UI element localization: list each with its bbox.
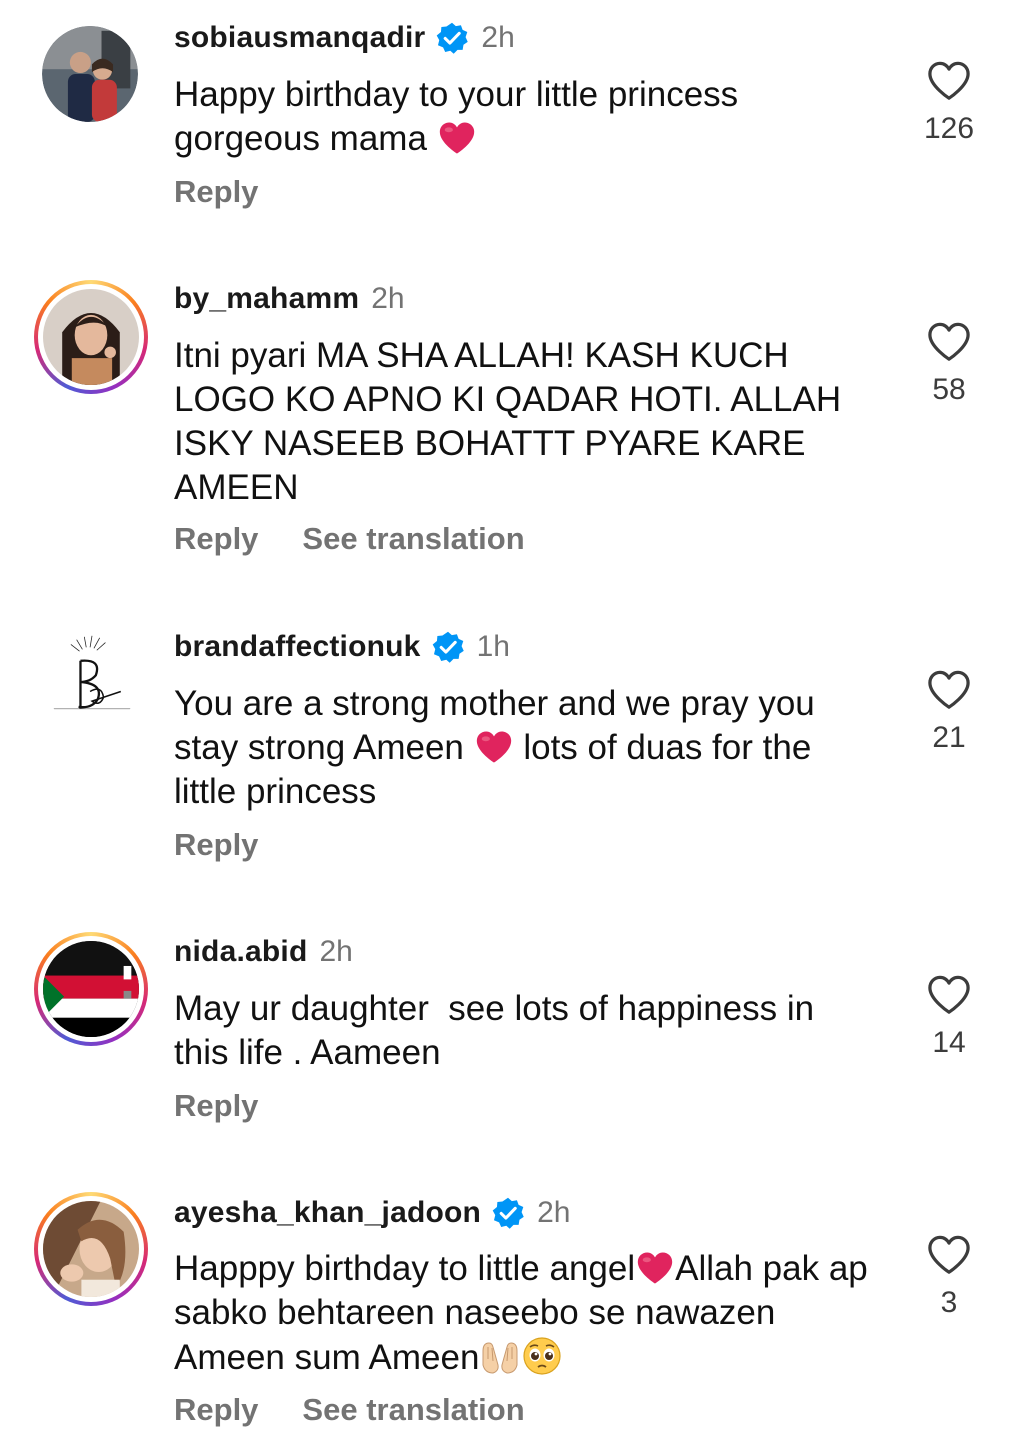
username[interactable]: ayesha_khan_jadoon [174, 1196, 481, 1230]
avatar[interactable] [44, 632, 140, 728]
verified-badge-icon [435, 21, 469, 55]
reply-button[interactable]: Reply [174, 174, 258, 210]
avatar[interactable] [34, 1192, 148, 1306]
heart-outline-icon[interactable] [926, 60, 972, 102]
avatar[interactable] [34, 932, 148, 1046]
comment-actions: Reply [174, 174, 258, 210]
like-count: 3 [940, 1286, 958, 1319]
comment-text: May ur daughter see lots of happiness in… [174, 989, 824, 1072]
comment-text-part: Happpy birthday to little angel [174, 1249, 636, 1288]
see-translation-button[interactable]: See translation [302, 521, 524, 557]
timestamp: 2h [481, 21, 515, 54]
comment-header: nida.abid 2h [174, 932, 353, 972]
username[interactable]: by_mahamm [174, 282, 359, 316]
see-translation-button[interactable]: See translation [302, 1392, 524, 1428]
comment-text: Itni pyari MA SHA ALLAH! KASH KUCH LOGO … [174, 336, 851, 507]
reply-button[interactable]: Reply [174, 521, 258, 557]
comment-actions: Reply [174, 1088, 258, 1124]
like-count: 14 [932, 1026, 966, 1059]
username[interactable]: brandaffectionuk [174, 630, 421, 664]
verified-badge-icon [431, 630, 465, 664]
reply-button[interactable]: Reply [174, 1088, 258, 1124]
avatar[interactable] [34, 280, 148, 394]
heart-outline-icon[interactable] [926, 1234, 972, 1276]
like-count: 21 [932, 721, 966, 754]
heart-outline-icon[interactable] [926, 669, 972, 711]
red-heart-emoji [635, 1250, 675, 1286]
pleading-face-emoji [521, 1335, 563, 1377]
reply-button[interactable]: Reply [174, 1392, 258, 1428]
verified-badge-icon [491, 1196, 525, 1230]
comment-header: ayesha_khan_jadoon 2h [174, 1193, 570, 1233]
comment-actions: Reply See translation [174, 1392, 525, 1428]
palms-up-together-emoji [479, 1335, 521, 1377]
like-count: 126 [923, 112, 975, 145]
comment-text: You are a strong mother and we pray you … [174, 682, 874, 814]
reply-button[interactable]: Reply [174, 827, 258, 863]
red-heart-emoji [437, 120, 477, 156]
red-heart-emoji [474, 729, 514, 765]
heart-outline-icon[interactable] [926, 974, 972, 1016]
timestamp: 2h [537, 1196, 571, 1229]
like-count: 58 [932, 373, 966, 406]
username[interactable]: nida.abid [174, 935, 307, 969]
timestamp: 1h [476, 630, 510, 663]
timestamp: 2h [319, 935, 353, 968]
comment-text: Happy birthday to your little princess g… [174, 73, 874, 161]
comment-header: sobiausmanqadir 2h [174, 18, 515, 58]
comment-header: brandaffectionuk 1h [174, 627, 510, 667]
comment-header: by_mahamm 2h [174, 279, 405, 319]
username[interactable]: sobiausmanqadir [174, 21, 425, 55]
comment-actions: Reply See translation [174, 521, 525, 557]
comment-actions: Reply [174, 827, 258, 863]
timestamp: 2h [371, 282, 405, 315]
like-section: 58 [920, 321, 978, 407]
like-section: 3 [920, 1234, 978, 1320]
like-section: 14 [920, 974, 978, 1060]
avatar[interactable] [42, 26, 138, 122]
comment-text: Happpy birthday to little angel Allah pak… [174, 1247, 874, 1380]
heart-outline-icon[interactable] [926, 321, 972, 363]
like-section: 126 [920, 60, 978, 146]
like-section: 21 [920, 669, 978, 755]
